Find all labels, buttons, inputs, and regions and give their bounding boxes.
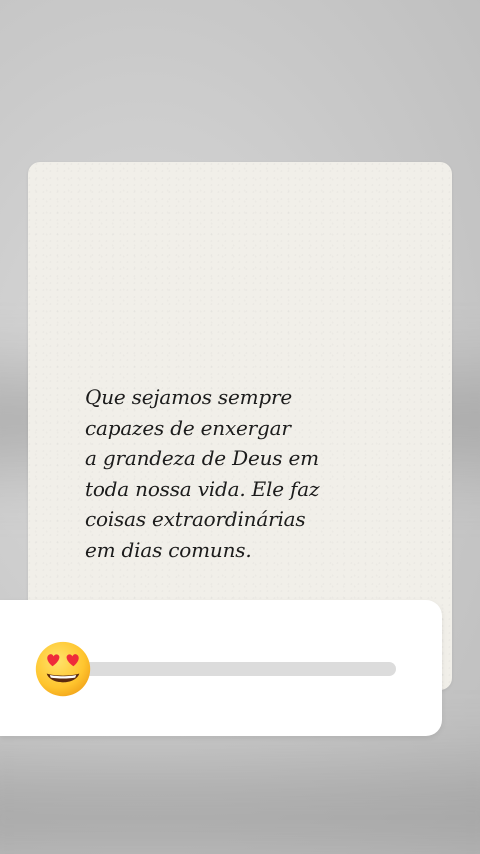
blurred-background-bottom [0,720,480,854]
quote-text: Que sejamos sempre capazes de enxergar a… [85,385,320,562]
emoji-slider-sticker[interactable] [0,600,442,736]
story-screen: Que sejamos sempre capazes de enxergar a… [0,0,480,854]
heart-eyes-emoji-icon[interactable] [34,640,92,698]
slider-track[interactable] [62,662,396,676]
